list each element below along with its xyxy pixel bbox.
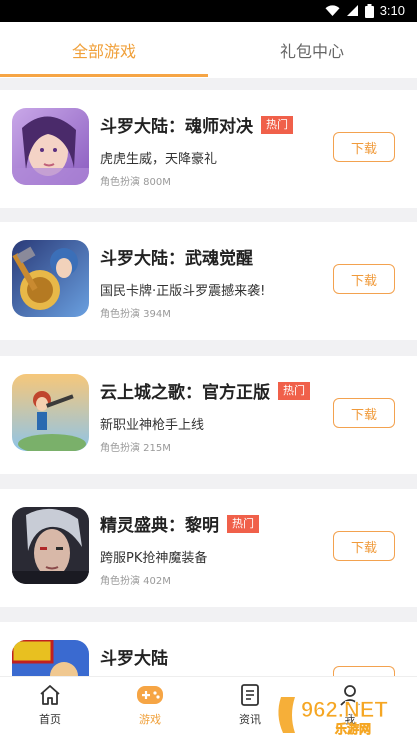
game-thumbnail <box>12 240 89 317</box>
nav-label: 首页 <box>39 713 61 726</box>
game-card[interactable]: 精灵盛典：黎明 热门 跨服PK抢神魔装备 角色扮演 402M 下载 <box>0 489 417 607</box>
game-card[interactable]: 斗罗大陆：武魂觉醒 国民卡牌·正版斗罗震撼来袭! 角色扮演 394M 下载 <box>0 222 417 340</box>
download-button[interactable]: 下载 <box>333 531 395 561</box>
game-thumbnail <box>12 374 89 451</box>
game-description: 国民卡牌·正版斗罗震撼来袭! <box>100 284 266 299</box>
watermark-text-bottom: 乐游网 <box>335 721 371 736</box>
game-meta: 角色扮演 394M <box>100 309 171 320</box>
game-title-row: 云上城之歌：官方正版 热门 <box>100 378 310 403</box>
news-icon <box>241 684 259 706</box>
top-tabs: 全部游戏 礼包中心 <box>0 22 417 78</box>
watermark-text-top: 962.NET <box>301 697 388 722</box>
hot-badge: 热门 <box>227 514 259 533</box>
signal-icon <box>346 5 358 16</box>
status-bar: 3:10 <box>0 0 417 22</box>
game-description: 跨服PK抢神魔装备 <box>100 551 208 566</box>
game-title-row: 斗罗大陆：武魂觉醒 <box>100 244 253 269</box>
game-description: 虎虎生威，天降豪礼 <box>100 152 218 167</box>
game-title: 斗罗大陆：魂师对决 <box>100 117 253 137</box>
hot-badge: 热门 <box>261 115 293 134</box>
game-thumbnail <box>12 507 89 584</box>
nav-games[interactable]: 游戏 <box>115 683 185 727</box>
tab-active-indicator <box>0 74 208 77</box>
game-meta: 角色扮演 800M <box>100 177 171 188</box>
download-button[interactable]: 下载 <box>333 132 395 162</box>
hot-badge: 热门 <box>278 381 310 400</box>
tab-gift-center[interactable]: 礼包中心 <box>208 22 416 78</box>
game-card[interactable]: 云上城之歌：官方正版 热门 新职业神枪手上线 角色扮演 215M 下载 <box>0 356 417 474</box>
game-title: 云上城之歌：官方正版 <box>100 383 270 403</box>
nav-label: 资讯 <box>239 713 261 726</box>
game-title-row: 斗罗大陆：魂师对决 热门 <box>100 112 293 137</box>
game-title-row: 斗罗大陆 <box>100 644 168 669</box>
download-button[interactable]: 下载 <box>333 264 395 294</box>
gamepad-icon <box>137 686 163 704</box>
nav-label: 游戏 <box>139 713 161 726</box>
home-icon <box>40 685 60 705</box>
game-card[interactable]: 斗罗大陆：魂师对决 热门 虎虎生威，天降豪礼 角色扮演 800M 下载 <box>0 90 417 208</box>
game-meta: 角色扮演 402M <box>100 576 171 587</box>
site-watermark: 962.NET 乐游网 <box>275 693 413 737</box>
game-description: 新职业神枪手上线 <box>100 418 205 433</box>
download-button[interactable]: 下载 <box>333 398 395 428</box>
game-title: 精灵盛典：黎明 <box>100 516 219 536</box>
tab-all-games[interactable]: 全部游戏 <box>0 22 208 78</box>
battery-icon <box>364 3 374 18</box>
game-card[interactable]: 斗罗大陆 <box>0 622 417 717</box>
status-time: 3:10 <box>379 3 405 18</box>
game-title: 斗罗大陆：武魂觉醒 <box>100 249 253 269</box>
wifi-icon <box>325 4 340 16</box>
game-meta: 角色扮演 215M <box>100 443 171 454</box>
game-title-row: 精灵盛典：黎明 热门 <box>100 511 259 536</box>
game-thumbnail <box>12 108 89 185</box>
game-title: 斗罗大陆 <box>100 649 168 669</box>
status-bar-right: 3:10 <box>325 3 405 18</box>
nav-home[interactable]: 首页 <box>15 683 85 727</box>
